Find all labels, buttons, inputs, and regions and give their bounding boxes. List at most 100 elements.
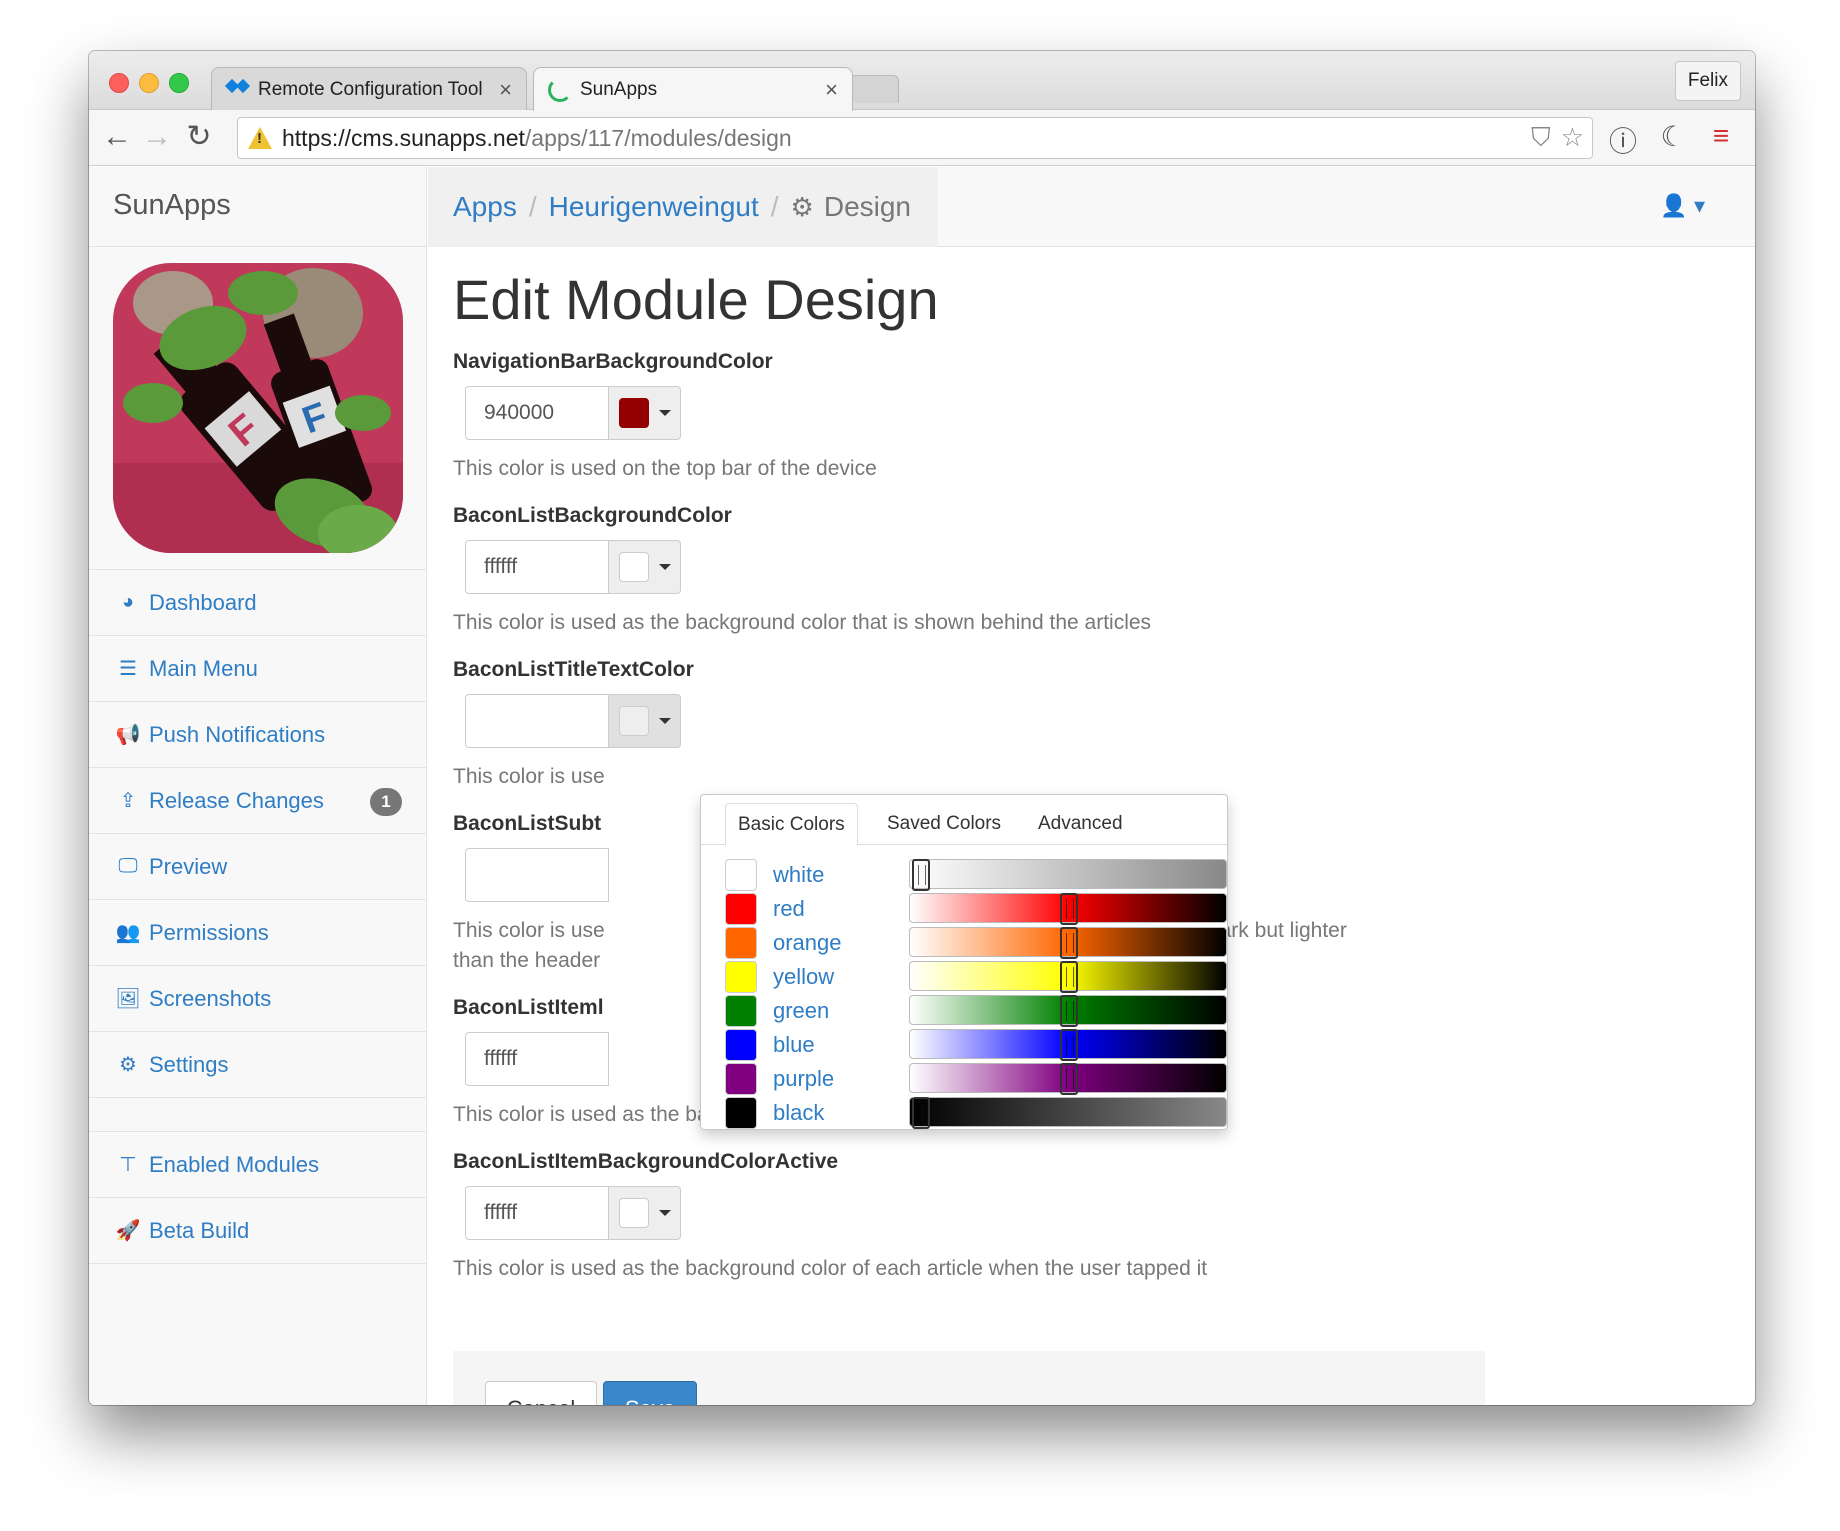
picker-swatch-orange[interactable] — [725, 927, 757, 959]
tab-basic-colors[interactable]: Basic Colors — [725, 803, 858, 846]
shade-slider[interactable] — [909, 995, 1227, 1027]
picker-swatch-yellow[interactable] — [725, 961, 757, 993]
color-picker-popover: Basic Colors Saved Colors Advanced white… — [700, 794, 1228, 1130]
sidebar-item-label: Dashboard — [149, 589, 257, 615]
sidebar-item-preview[interactable]: 🖵 Preview — [89, 834, 426, 900]
dashboard-icon: ◕ — [121, 591, 135, 613]
picker-row-red: red — [725, 893, 1227, 925]
slider-handle[interactable] — [1060, 1063, 1078, 1095]
sidebar-item-dashboard[interactable]: ◕ Dashboard — [89, 570, 426, 636]
user-dropdown[interactable]: 👤 ▾ — [1660, 193, 1705, 219]
shade-slider[interactable] — [909, 1029, 1227, 1061]
address-bar[interactable]: https://cms.sunapps.net/apps/117/modules… — [237, 117, 1593, 159]
picker-color-name[interactable]: purple — [773, 1066, 834, 1092]
window-minimize-button[interactable] — [139, 73, 159, 93]
shade-slider[interactable] — [909, 961, 1227, 993]
slider-handle[interactable] — [1060, 927, 1078, 959]
sidebar-item-enabled-modules[interactable]: ⊤ Enabled Modules — [89, 1132, 426, 1198]
slider-handle[interactable] — [1060, 1029, 1078, 1061]
browser-tab-remote-config[interactable]: Remote Configuration Tool × — [211, 67, 527, 111]
shield-icon[interactable]: ⛉ — [1531, 122, 1551, 154]
new-tab-button[interactable] — [849, 75, 899, 103]
color-hex-input[interactable] — [465, 694, 609, 748]
picker-swatch-purple[interactable] — [725, 1063, 757, 1095]
sidebar: SunApps F F ◕ Dashboard ☰ Main Menu 📢 Pu… — [89, 167, 427, 1405]
picker-swatch-white[interactable] — [725, 859, 757, 891]
breadcrumb-app[interactable]: Heurigenweingut — [549, 191, 759, 223]
color-hex-input[interactable] — [465, 848, 609, 902]
help-text: This color is used as the background col… — [453, 611, 1152, 634]
page-title: Edit Module Design — [453, 268, 939, 331]
forward-arrow-icon[interactable]: → — [139, 120, 175, 156]
picker-color-name[interactable]: green — [773, 998, 829, 1024]
sidebar-item-label: Settings — [149, 1051, 229, 1077]
color-hex-input[interactable] — [465, 1032, 609, 1086]
slider-handle[interactable] — [1060, 995, 1078, 1027]
browser-tab-sunapps[interactable]: SunApps × — [533, 67, 853, 111]
picker-color-name[interactable]: black — [773, 1100, 824, 1126]
slider-handle[interactable] — [912, 1097, 930, 1129]
shade-slider[interactable] — [909, 859, 1227, 891]
picker-color-name[interactable]: red — [773, 896, 805, 922]
window-maximize-button[interactable] — [169, 73, 189, 93]
menu-icon[interactable]: ≡ — [1703, 120, 1739, 152]
shade-slider[interactable] — [909, 1063, 1227, 1095]
moon-icon[interactable]: ☾ — [1655, 120, 1691, 153]
sidebar-item-release-changes[interactable]: ⇪ Release Changes 1 — [89, 768, 426, 834]
star-icon[interactable]: ☆ — [1561, 122, 1584, 154]
slider-handle[interactable] — [1060, 893, 1078, 925]
picker-swatch-green[interactable] — [725, 995, 757, 1027]
picker-color-name[interactable]: yellow — [773, 964, 834, 990]
field-label: BaconListItemBackgroundColorActive — [453, 1150, 839, 1173]
picker-color-name[interactable]: blue — [773, 1032, 815, 1058]
reload-icon[interactable]: ↻ — [181, 120, 217, 156]
monitor-icon: 🖵 — [118, 855, 138, 877]
picker-color-name[interactable]: orange — [773, 930, 842, 956]
tab-saved-colors[interactable]: Saved Colors — [875, 803, 1013, 846]
sidebar-item-main-menu[interactable]: ☰ Main Menu — [89, 636, 426, 702]
picker-swatch-black[interactable] — [725, 1097, 757, 1129]
gear-icon: ⚙ — [790, 191, 814, 222]
brand-title[interactable]: SunApps — [89, 167, 426, 247]
tab-title: Remote Configuration Tool — [258, 78, 483, 100]
profile-button[interactable]: Felix — [1674, 61, 1741, 101]
tab-close-icon[interactable]: × — [825, 77, 838, 103]
color-picker-button[interactable] — [609, 386, 681, 440]
tab-advanced[interactable]: Advanced — [1026, 803, 1135, 846]
slider-handle[interactable] — [1060, 961, 1078, 993]
color-picker-button[interactable] — [609, 1186, 681, 1240]
slider-handle[interactable] — [912, 859, 930, 891]
color-hex-input[interactable] — [465, 540, 609, 594]
color-hex-input[interactable] — [465, 386, 609, 440]
color-swatch — [619, 706, 649, 736]
color-hex-input[interactable] — [465, 1186, 609, 1240]
back-arrow-icon[interactable]: ← — [99, 120, 135, 156]
field-group: NavigationBarBackgroundColor This color … — [453, 350, 1463, 484]
sidebar-item-label: Push Notifications — [149, 721, 326, 747]
breadcrumb-separator: / — [528, 191, 537, 222]
breadcrumb-current: Design — [823, 191, 912, 222]
list-icon: ☰ — [119, 658, 137, 680]
sidebar-item-screenshots[interactable]: 🖼 Screenshots — [89, 966, 426, 1032]
browser-window: Remote Configuration Tool × SunApps × Fe… — [89, 51, 1755, 1405]
shade-slider[interactable] — [909, 1097, 1227, 1129]
cancel-button[interactable]: Cancel — [485, 1381, 597, 1405]
password-manager-icon[interactable]: ⓘ — [1605, 120, 1641, 160]
color-picker-button[interactable] — [609, 540, 681, 594]
sidebar-item-settings[interactable]: ⚙ Settings — [89, 1032, 426, 1098]
sidebar-item-permissions[interactable]: 👥 Permissions — [89, 900, 426, 966]
browser-toolbar: ← → ↻ https://cms.sunapps.net/apps/117/m… — [89, 110, 1755, 166]
tab-close-icon[interactable]: × — [499, 77, 512, 103]
sidebar-item-beta-build[interactable]: 🚀 Beta Build — [89, 1198, 426, 1264]
picker-swatch-blue[interactable] — [725, 1029, 757, 1061]
color-picker-button[interactable] — [609, 694, 681, 748]
dropbox-icon — [226, 79, 250, 101]
picker-color-name[interactable]: white — [773, 862, 824, 888]
shade-slider[interactable] — [909, 927, 1227, 959]
sidebar-item-push-notifications[interactable]: 📢 Push Notifications — [89, 702, 426, 768]
picker-swatch-red[interactable] — [725, 893, 757, 925]
save-button[interactable]: Save — [603, 1381, 697, 1405]
window-close-button[interactable] — [109, 73, 129, 93]
shade-slider[interactable] — [909, 893, 1227, 925]
breadcrumb-apps[interactable]: Apps — [453, 191, 517, 223]
